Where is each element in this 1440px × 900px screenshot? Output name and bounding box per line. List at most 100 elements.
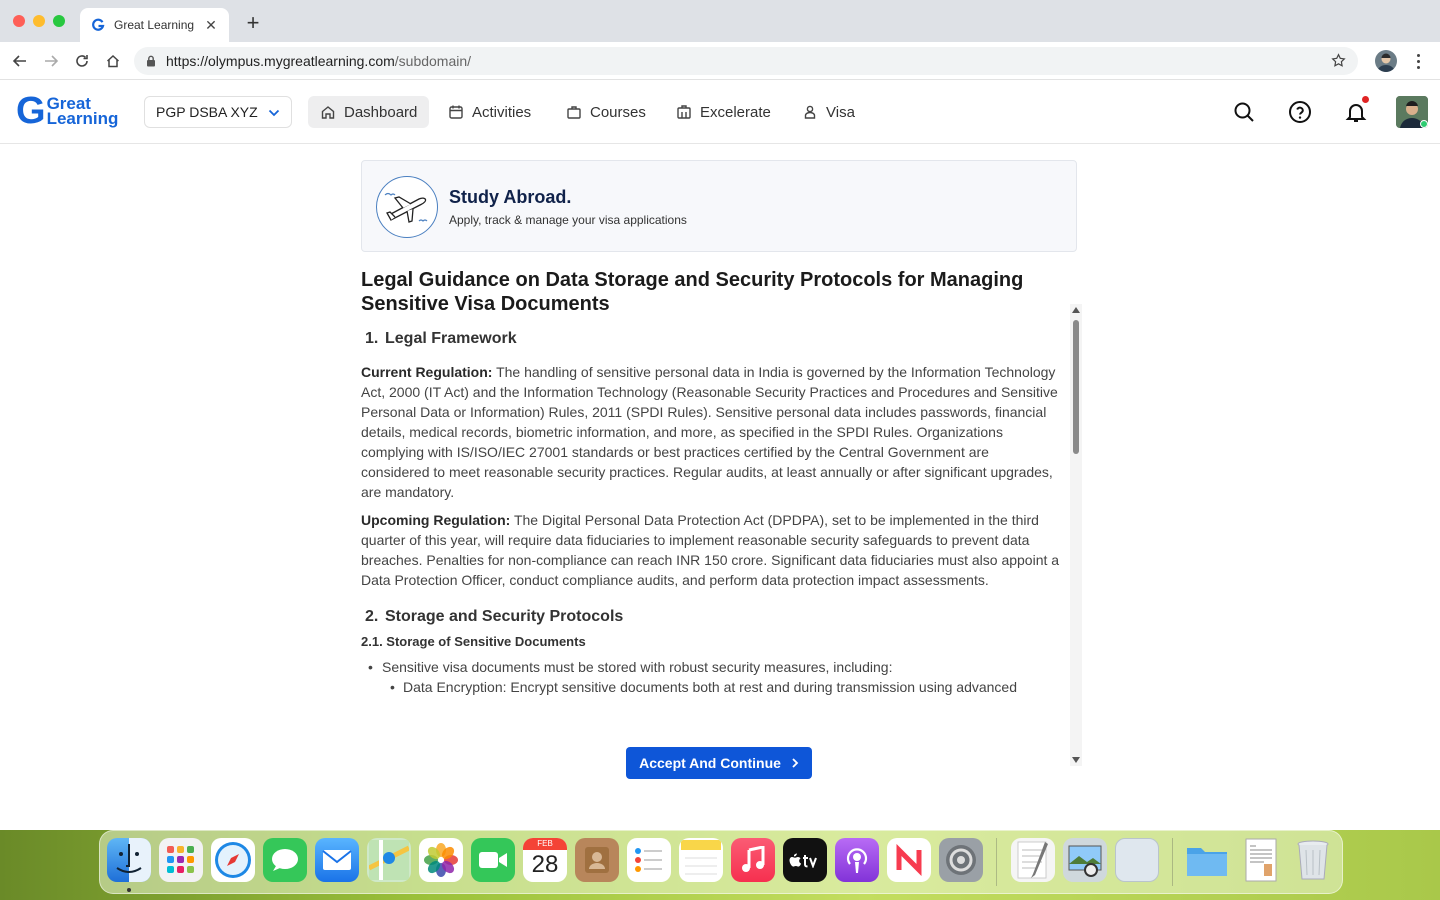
accept-and-continue-button[interactable]: Accept And Continue <box>626 747 812 779</box>
briefcase-icon <box>567 106 581 119</box>
section-title: Storage and Security Protocols <box>385 608 624 625</box>
dock-separator <box>1172 838 1173 886</box>
browser-menu-icon[interactable] <box>1410 50 1426 72</box>
url-host: https://olympus.mygreatlearning.com <box>166 53 395 69</box>
accept-button-label: Accept And Continue <box>639 755 781 771</box>
contacts-icon[interactable] <box>575 838 619 882</box>
bookmark-star-icon[interactable] <box>1331 53 1346 73</box>
minimize-window-button[interactable] <box>33 15 45 27</box>
tab-title: Great Learning <box>114 18 195 32</box>
facetime-icon[interactable] <box>471 838 515 882</box>
chevron-down-icon <box>268 104 280 120</box>
apple-tv-icon[interactable] <box>783 838 827 882</box>
blank-app-icon[interactable] <box>1115 838 1159 882</box>
browser-tab[interactable]: Great Learning ✕ <box>80 8 229 42</box>
home-icon <box>321 106 335 119</box>
address-bar[interactable]: https://olympus.mygreatlearning.com/subd… <box>134 47 1358 75</box>
photos-icon[interactable] <box>419 838 463 882</box>
messages-icon[interactable] <box>263 838 307 882</box>
subsection-heading-storage: 2.1. Storage of Sensitive Documents <box>361 634 586 649</box>
textedit-icon[interactable] <box>1011 838 1055 882</box>
section-heading-storage-security: 2. Storage and Security Protocols <box>365 608 1061 626</box>
url-path: /subdomain/ <box>394 53 472 69</box>
finder-running-indicator <box>127 888 131 892</box>
browser-tab-bar: Great Learning ✕ + <box>0 0 1440 42</box>
chevron-right-icon <box>792 758 799 768</box>
tab-close-icon[interactable]: ✕ <box>203 17 219 34</box>
zoom-window-button[interactable] <box>53 15 65 27</box>
home-page-icon[interactable] <box>102 50 124 72</box>
browser-profile-avatar[interactable] <box>1375 50 1397 72</box>
url-text: https://olympus.mygreatlearning.com/subd… <box>166 53 471 69</box>
trash-icon[interactable] <box>1291 838 1335 882</box>
new-tab-button[interactable]: + <box>242 12 264 34</box>
nav-excelerate[interactable]: Excelerate <box>664 96 783 128</box>
podcasts-icon[interactable] <box>835 838 879 882</box>
scroll-up-arrow-icon[interactable] <box>1072 307 1080 313</box>
paragraph-text: The handling of sensitive personal data … <box>361 364 1058 500</box>
reload-icon[interactable] <box>71 50 93 72</box>
logo-g-mark: G <box>16 90 46 132</box>
paragraph-upcoming-regulation: Upcoming Regulation: The Digital Persona… <box>361 510 1061 590</box>
notes-icon[interactable] <box>679 838 723 882</box>
scroll-down-arrow-icon[interactable] <box>1072 757 1080 763</box>
help-icon[interactable] <box>1287 99 1313 125</box>
calendar-icon <box>449 105 463 119</box>
search-icon[interactable] <box>1231 99 1257 125</box>
forward-arrow-icon[interactable] <box>40 50 62 72</box>
document-icon[interactable] <box>1239 838 1283 882</box>
nav-courses[interactable]: Courses <box>554 96 658 128</box>
calendar-app-icon[interactable]: FEB 28 <box>523 838 567 882</box>
person-icon <box>804 105 816 119</box>
nav-visa-label: Visa <box>826 103 855 121</box>
great-learning-logo[interactable]: G Great Learning <box>16 90 119 132</box>
section-number: 1. <box>365 330 379 347</box>
dock-separator <box>996 838 997 886</box>
study-abroad-subtitle: Apply, track & manage your visa applicat… <box>449 213 687 227</box>
airplane-icon <box>376 176 438 238</box>
online-status-indicator <box>1420 120 1428 128</box>
system-settings-icon[interactable] <box>939 838 983 882</box>
section-title: Legal Framework <box>385 330 517 347</box>
notification-bell-icon[interactable] <box>1343 96 1369 125</box>
maps-icon[interactable] <box>367 838 411 882</box>
paragraph-current-regulation: Current Regulation: The handling of sens… <box>361 362 1061 502</box>
logo-text-learning: Learning <box>46 109 119 128</box>
folder-icon[interactable] <box>1185 838 1229 882</box>
section-number: 2. <box>365 608 379 625</box>
study-abroad-card: Study Abroad. Apply, track & manage your… <box>361 160 1077 252</box>
program-selector[interactable]: PGP DSBA XYZ <box>144 96 292 128</box>
nav-dashboard-label: Dashboard <box>344 103 418 121</box>
nav-visa[interactable]: Visa <box>790 96 867 128</box>
app-header: G Great Learning PGP DSBA XYZ Dashboard … <box>0 80 1440 144</box>
great-learning-favicon-icon <box>90 17 106 33</box>
news-icon[interactable] <box>887 838 931 882</box>
document-scrollbar[interactable] <box>1070 304 1082 766</box>
list-item: Sensitive visa documents must be stored … <box>361 657 1061 677</box>
document-scroll-area[interactable]: 1. Legal Framework Current Regulation: T… <box>361 330 1061 722</box>
program-selector-label: PGP DSBA XYZ <box>156 104 258 120</box>
finder-icon[interactable] <box>107 838 151 882</box>
mail-icon[interactable] <box>315 838 359 882</box>
reminders-icon[interactable] <box>627 838 671 882</box>
browser-toolbar: https://olympus.mygreatlearning.com/subd… <box>0 42 1440 80</box>
music-icon[interactable] <box>731 838 775 882</box>
notification-badge <box>1362 96 1369 103</box>
calendar-month: FEB <box>523 838 567 850</box>
preview-icon[interactable] <box>1063 838 1107 882</box>
paragraph-label: Upcoming Regulation: <box>361 512 511 528</box>
study-abroad-title: Study Abroad. <box>449 187 572 207</box>
calendar-day: 28 <box>531 851 559 878</box>
nav-activities[interactable]: Activities <box>436 96 543 128</box>
paragraph-label: Current Regulation: <box>361 364 493 380</box>
list-item: Data Encryption: Encrypt sensitive docum… <box>361 677 1061 697</box>
back-arrow-icon[interactable] <box>9 50 31 72</box>
safari-icon[interactable] <box>211 838 255 882</box>
section-heading-legal-framework: 1. Legal Framework <box>365 330 1061 348</box>
launchpad-icon[interactable] <box>159 838 203 882</box>
nav-activities-label: Activities <box>472 103 532 121</box>
scrollbar-thumb[interactable] <box>1073 320 1079 454</box>
document-title: Legal Guidance on Data Storage and Secur… <box>361 269 1024 315</box>
close-window-button[interactable] <box>13 15 25 27</box>
nav-dashboard[interactable]: Dashboard <box>308 96 430 128</box>
